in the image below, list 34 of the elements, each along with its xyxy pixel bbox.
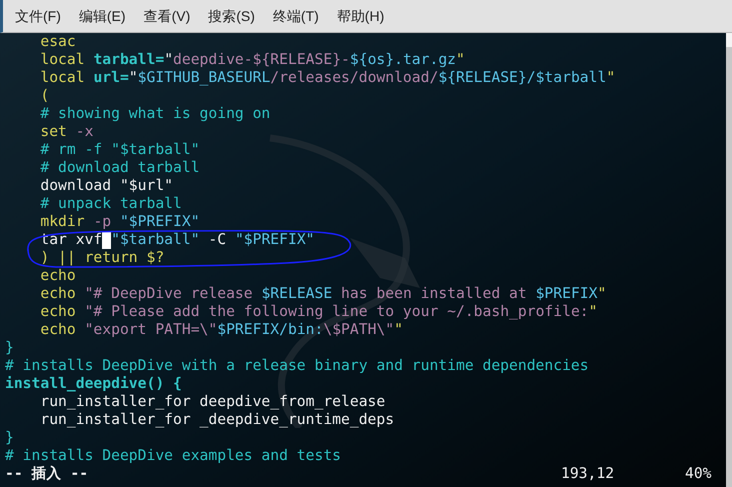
code-line: # installs DeepDive with a release binary and runtime dependencies xyxy=(5,359,589,373)
code-line: # download tarball xyxy=(39,161,200,175)
code-line: # unpack tarball xyxy=(39,197,182,211)
code-line: "$tarball" -C "$PREFIX" xyxy=(111,233,315,247)
code-line: echo "# Please add the following line to your ~/.bash_profile:" xyxy=(39,305,598,319)
code-line: run_installer_for deepdive_from_release xyxy=(39,395,386,409)
code-line: ( xyxy=(39,89,50,103)
mode-indicator: -- 插入 -- xyxy=(5,464,90,484)
text-cursor xyxy=(102,232,112,248)
code-line: echo "# DeepDive release $RELEASE has been installed at $PREFIX" xyxy=(39,287,606,301)
menu-item[interactable]: 编辑(E) xyxy=(74,6,130,26)
code-line: # rm -f "$tarball" xyxy=(39,143,200,157)
code-line: local url="$GITHUB_BASEURL/releases/download/${RELEASE}/$tarball" xyxy=(39,71,616,85)
cursor-position: 193,12 xyxy=(561,464,616,484)
menu-item[interactable]: 查看(V) xyxy=(140,6,194,26)
code-line: download "$url" xyxy=(39,179,174,193)
code-line: } xyxy=(5,341,14,355)
menu-item[interactable]: 终端(T) xyxy=(268,6,323,26)
code-line: echo xyxy=(39,269,76,283)
code-line: install_deepdive() { xyxy=(5,377,182,391)
scroll-percent: 40% xyxy=(685,464,712,484)
code-line: # installs DeepDive examples and tests xyxy=(5,449,342,463)
code-line: run_installer_for _deepdive_runtime_deps xyxy=(39,413,394,427)
menu-item[interactable]: 搜索(S) xyxy=(204,6,259,26)
code-line: # showing what is going on xyxy=(39,107,270,121)
code-line: set -x xyxy=(39,125,94,139)
code-line: } xyxy=(5,431,14,445)
code-line: echo "export PATH=\"$PREFIX/bin:\$PATH\"" xyxy=(39,323,403,337)
code-line: esac xyxy=(39,35,76,49)
menu-item[interactable]: 帮助(H) xyxy=(332,6,388,26)
code-line: mkdir -p "$PREFIX" xyxy=(39,215,200,229)
menu-item[interactable]: 文件(F) xyxy=(11,6,65,26)
code-line: local tarball="deepdive-${RELEASE}-${os}.tar.gz" xyxy=(39,53,465,67)
code-line: ) || return $? xyxy=(39,251,164,265)
